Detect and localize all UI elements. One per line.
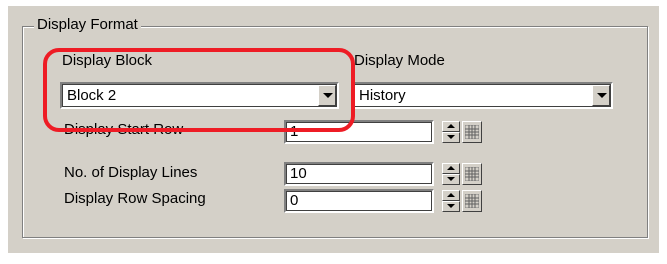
- row-spacing-spinner[interactable]: [442, 190, 460, 212]
- display-block-value: Block 2: [67, 87, 117, 104]
- row-spacing-value: 0: [290, 192, 299, 209]
- keypad-icon: [465, 194, 479, 208]
- spin-down-icon[interactable]: [442, 174, 460, 185]
- group-title: Display Format: [34, 16, 141, 34]
- display-start-row-label: Display Start Row: [64, 121, 184, 138]
- display-mode-dropdown[interactable]: History: [352, 82, 613, 109]
- spin-up-icon[interactable]: [442, 190, 460, 201]
- display-lines-field[interactable]: 10: [284, 162, 434, 186]
- display-lines-spinner[interactable]: [442, 163, 460, 185]
- spin-down-icon[interactable]: [442, 201, 460, 212]
- display-lines-label: No. of Display Lines: [64, 164, 198, 181]
- dialog-panel: Display Format Display Block Block 2 Dis…: [8, 6, 659, 253]
- row-spacing-label: Display Row Spacing: [64, 190, 206, 207]
- spin-down-icon[interactable]: [442, 132, 460, 143]
- keypad-button[interactable]: [462, 190, 482, 212]
- chevron-down-icon[interactable]: [318, 85, 336, 106]
- row-spacing-field[interactable]: 0: [284, 189, 434, 213]
- keypad-icon: [465, 167, 479, 181]
- display-start-row-field[interactable]: 1: [284, 120, 434, 144]
- spin-up-icon[interactable]: [442, 121, 460, 132]
- keypad-button[interactable]: [462, 163, 482, 185]
- display-start-row-spinner[interactable]: [442, 121, 460, 143]
- display-block-dropdown[interactable]: Block 2: [60, 82, 339, 109]
- display-block-label: Display Block: [62, 52, 153, 69]
- spin-up-icon[interactable]: [442, 163, 460, 174]
- keypad-icon: [465, 125, 479, 139]
- chevron-down-icon[interactable]: [592, 85, 610, 106]
- display-mode-label: Display Mode: [354, 52, 445, 69]
- display-start-row-value: 1: [290, 123, 299, 140]
- display-mode-value: History: [359, 87, 406, 104]
- display-lines-value: 10: [290, 165, 307, 182]
- keypad-button[interactable]: [462, 121, 482, 143]
